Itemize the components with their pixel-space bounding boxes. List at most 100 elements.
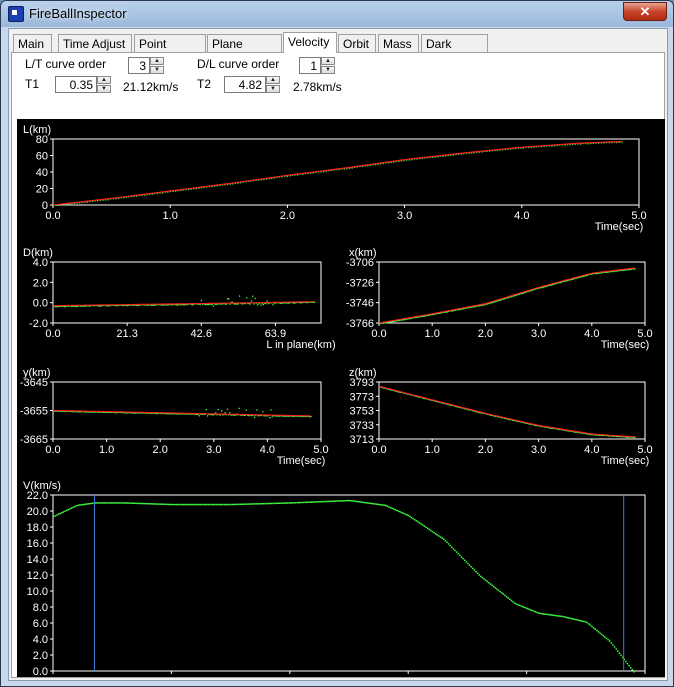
speed-point [297,501,300,504]
x-tick-label: 4.0 [519,676,534,677]
close-button[interactable]: ✕ [623,2,667,21]
speed-point [90,502,92,505]
speed-point [156,503,158,505]
lt-order-down-arrow-icon[interactable]: ▼ [150,66,164,74]
tab-orbit[interactable]: Orbit [338,34,376,52]
speed-point [336,500,339,502]
t1-up-arrow-icon[interactable]: ▲ [97,76,111,84]
speed-point [270,502,273,505]
speed-point [181,503,184,506]
speed-point [331,500,334,502]
speed-point [383,504,385,506]
speed-point [326,500,329,503]
t2-value[interactable]: 4.82 [239,78,262,92]
speed-point [386,505,389,508]
speed-point [488,582,490,584]
title-bar[interactable]: FireBallInspector ✕ [1,1,673,27]
speed-point [91,502,94,505]
x-tick-label: 21.3 [116,328,137,340]
speed-point [389,506,392,509]
speed-point [275,502,277,505]
speed-point [80,504,82,506]
measured-point [621,141,623,143]
dl-order-down-arrow-icon[interactable]: ▼ [321,66,335,74]
speed-point [584,621,587,623]
tab-time-adjust[interactable]: Time Adjust [58,34,132,52]
speed-point [320,500,323,503]
tab-main[interactable]: Main [13,34,52,52]
speed-point [578,619,580,622]
x-tick-label: 42.6 [191,328,212,340]
dl-curve-order-spinner[interactable]: 1 ▲ ▼ [299,57,335,74]
speed-point [360,501,363,503]
t1-down-arrow-icon[interactable]: ▼ [97,85,111,93]
speed-point [104,502,107,504]
x-tick-label: 3.0 [397,210,412,222]
speed-point [140,502,142,505]
lt-curve-order-spinner[interactable]: 3 ▲ ▼ [128,57,164,74]
speed-point [152,503,155,505]
t1-value[interactable]: 0.35 [70,78,93,92]
speed-point [154,503,157,505]
speed-point [299,501,302,504]
tab-mass[interactable]: Mass [378,34,419,52]
velocity-tab-page: L/T curve order 3 ▲ ▼ D/L curve order 1 ▲… [11,52,665,686]
dl-curve-order-value[interactable]: 1 [310,59,317,73]
x-tick-label: 3.0 [531,328,546,340]
speed-point [362,501,364,504]
speed-point [328,500,331,503]
speed-point [109,502,111,504]
speed-point [215,503,218,506]
speed-point [172,503,174,506]
tab-plane-adjust[interactable]: Plane Adjust [207,34,282,69]
t2-spinner[interactable]: 4.82 ▲ ▼ [224,76,280,93]
measured-point [153,304,155,306]
speed-point [436,534,439,536]
tab-point-select[interactable]: Point Select [134,34,206,69]
lt-curve-order-value[interactable]: 3 [139,59,146,73]
y-tick-label: 60 [36,151,48,163]
dl-order-up-arrow-icon[interactable]: ▲ [321,57,335,65]
speed-point [136,502,139,505]
speed-point [633,671,635,673]
t2-up-arrow-icon[interactable]: ▲ [266,76,280,84]
plot-frame [378,381,646,440]
speed-point [523,606,526,609]
speed-point [431,530,434,533]
speed-point [425,526,427,529]
y-tick-label: 4.0 [33,257,48,269]
speed-point [376,503,379,506]
fit-curve [52,409,311,417]
speed-point [512,601,514,603]
y-tick-label: 40 [36,167,48,179]
speed-point [475,570,477,573]
measured-point [192,304,194,306]
speed-point [338,500,340,502]
y-tick-label: 3733 [350,420,374,432]
speed-point [115,502,118,504]
y-tick-label: 18.0 [27,522,48,534]
t2-down-arrow-icon[interactable]: ▼ [266,85,280,93]
speed-point [530,609,532,611]
t1-spinner[interactable]: 0.35 ▲ ▼ [55,76,111,93]
speed-point [294,502,297,504]
speed-point [127,502,129,504]
speed-point [486,580,489,583]
tab-dark-flight[interactable]: Dark Flight [421,34,488,69]
speed-point [420,523,422,525]
speed-point [262,502,265,505]
fit-curve [378,385,635,438]
lt-order-up-arrow-icon[interactable]: ▲ [150,57,164,65]
measured-point [267,302,269,305]
measured-point [161,304,163,306]
speed-point [573,618,576,620]
speed-point [492,585,495,588]
speed-point [125,502,128,504]
speed-point [141,502,144,505]
speed-point [315,501,318,503]
speed-point [355,500,358,503]
speed-point [133,502,136,505]
speed-point [238,503,240,506]
tab-velocity[interactable]: Velocity [283,32,337,53]
speed-point [75,505,78,507]
